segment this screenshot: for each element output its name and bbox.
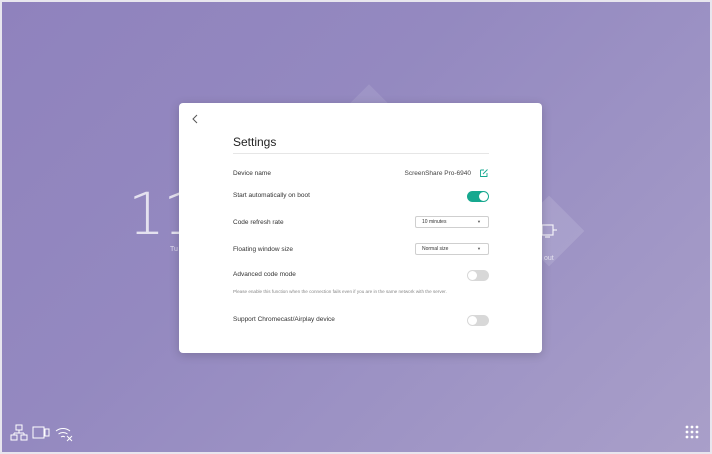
network-icon [10, 424, 28, 441]
device-name-row: Device name ScreenShare Pro-6940 [233, 167, 489, 185]
grid-icon[interactable] [684, 424, 700, 440]
advanced-code-label: Advanced code mode [233, 271, 296, 278]
settings-dialog: Settings Device name ScreenShare Pro-694… [179, 103, 542, 353]
edit-icon[interactable] [479, 168, 489, 178]
chromecast-label: Support Chromecast/Airplay device [233, 316, 335, 323]
device-name-value: ScreenShare Pro-6940 [404, 170, 472, 177]
code-refresh-selected: 10 minutes [422, 219, 447, 225]
device-name-label: Device name [233, 170, 271, 177]
start-on-boot-toggle[interactable] [467, 191, 489, 202]
advanced-code-row: Advanced code mode [233, 268, 489, 286]
caret-down-icon: ▼ [477, 246, 481, 251]
chromecast-row: Support Chromecast/Airplay device [233, 313, 489, 331]
background-label: out [544, 255, 554, 262]
start-on-boot-label: Start automatically on boot [233, 192, 310, 199]
caret-down-icon: ▼ [477, 219, 481, 224]
start-on-boot-row: Start automatically on boot [233, 189, 489, 207]
advanced-code-toggle[interactable] [467, 270, 489, 281]
code-refresh-row: Code refresh rate 10 minutes ▼ [233, 216, 489, 234]
chevron-left-icon[interactable] [189, 111, 201, 127]
code-refresh-label: Code refresh rate [233, 219, 284, 226]
tv-icon [541, 224, 557, 238]
page-title: Settings [233, 135, 277, 149]
chromecast-toggle[interactable] [467, 315, 489, 326]
floating-window-selected: Normal size [422, 246, 449, 252]
floating-window-select[interactable]: Normal size ▼ [415, 243, 489, 255]
advanced-code-hint: Please enable this function when the con… [233, 289, 447, 294]
display-icon [32, 426, 50, 439]
code-refresh-select[interactable]: 10 minutes ▼ [415, 216, 489, 228]
background-label: Tu [170, 246, 178, 253]
divider [233, 153, 489, 154]
floating-window-label: Floating window size [233, 246, 293, 253]
wifi-off-icon [55, 427, 73, 442]
floating-window-row: Floating window size Normal size ▼ [233, 243, 489, 261]
